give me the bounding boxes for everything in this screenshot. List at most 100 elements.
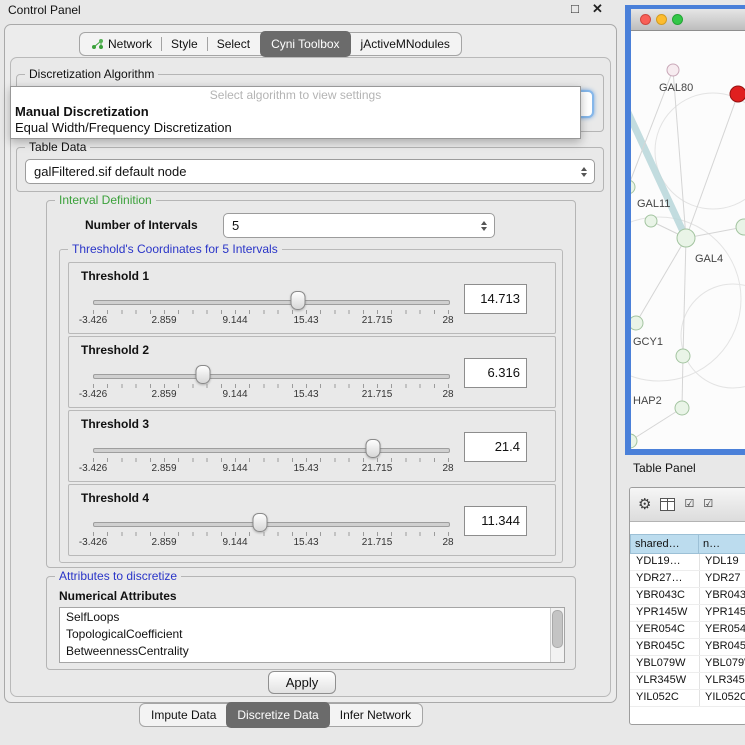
cell[interactable]: YLR345W: [699, 673, 745, 689]
table-row[interactable]: YDL19…YDL19: [630, 554, 745, 571]
table-data-combobox[interactable]: galFiltered.sif default node: [25, 159, 595, 184]
table-row[interactable]: YIL052CYIL052C: [630, 690, 745, 707]
group-title: Table Data: [25, 140, 90, 154]
cell[interactable]: YBL079W: [630, 656, 699, 672]
network-node[interactable]: [631, 434, 637, 448]
slider-track[interactable]: [93, 522, 450, 527]
table-row[interactable]: YLR345WYLR345W: [630, 673, 745, 690]
column-header-shared-name[interactable]: shared…: [630, 534, 699, 554]
slider-ticks: [93, 384, 449, 388]
cell[interactable]: YDL19: [699, 554, 745, 570]
tab-impute-data[interactable]: Impute Data: [142, 705, 225, 725]
table-row[interactable]: YDR27…YDR27: [630, 571, 745, 588]
cell[interactable]: YPR145W: [630, 605, 699, 621]
threshold-slider[interactable]: [93, 291, 448, 309]
close-icon[interactable]: ✕: [592, 1, 603, 17]
tab-infer-network[interactable]: Infer Network: [331, 705, 420, 725]
cell[interactable]: YER054C: [699, 622, 745, 638]
list-item[interactable]: BetweennessCentrality: [60, 642, 564, 659]
threshold-label: Threshold 1: [81, 269, 149, 283]
threshold-value-field[interactable]: 6.316: [464, 358, 527, 388]
table-row[interactable]: YPR145WYPR145W: [630, 605, 745, 622]
cell[interactable]: YLR345W: [630, 673, 699, 689]
tab-discretize-data[interactable]: Discretize Data: [226, 702, 329, 728]
slider-thumb[interactable]: [290, 291, 305, 310]
threshold-slider[interactable]: [93, 439, 448, 457]
minimize-window-icon[interactable]: [656, 14, 667, 25]
cell[interactable]: YBL079W: [699, 656, 745, 672]
cell[interactable]: YDR27…: [630, 571, 699, 587]
cell[interactable]: YDR27: [699, 571, 745, 587]
threshold-value-field[interactable]: 11.344: [464, 506, 527, 536]
threshold-value-field[interactable]: 21.4: [464, 432, 527, 462]
combobox-value: 5: [224, 218, 476, 233]
cell[interactable]: YIL052C: [699, 690, 745, 706]
list-item[interactable]: SelfLoops: [60, 608, 564, 625]
slider-thumb[interactable]: [252, 513, 267, 532]
slider-thumb[interactable]: [366, 439, 381, 458]
attributes-list[interactable]: SelfLoops TopologicalCoefficient Between…: [59, 607, 565, 663]
tab-style[interactable]: Style: [162, 34, 207, 54]
slider-scale: -3.426 2.859 9.144 15.43 21.715 28: [93, 463, 448, 475]
scale-label: 15.43: [293, 537, 318, 548]
columns-icon[interactable]: [660, 498, 675, 511]
network-node[interactable]: [676, 349, 690, 363]
zoom-window-icon[interactable]: [672, 14, 683, 25]
tab-select[interactable]: Select: [208, 34, 259, 54]
table-row[interactable]: YER054CYER054C: [630, 622, 745, 639]
network-node-hap2[interactable]: [675, 401, 689, 415]
scale-label: 2.859: [151, 463, 176, 474]
cell[interactable]: YBR045C: [699, 639, 745, 655]
threshold-label: Threshold 3: [81, 417, 149, 431]
cell[interactable]: YIL052C: [630, 690, 699, 706]
scale-label: 28: [442, 537, 453, 548]
network-node-selected-red[interactable]: [730, 86, 745, 102]
slider-track[interactable]: [93, 374, 450, 379]
tab-jactivemnodules[interactable]: jActiveMNodules: [352, 34, 459, 54]
checkbox-checked-icon[interactable]: ☑: [684, 499, 694, 510]
network-node-gcy1[interactable]: [631, 316, 643, 330]
table-row[interactable]: YBL079WYBL079W: [630, 656, 745, 673]
network-node[interactable]: [631, 180, 635, 194]
network-window-titlebar[interactable]: [631, 9, 745, 31]
table-row[interactable]: YBR045CYBR045C: [630, 639, 745, 656]
scrollbar-thumb[interactable]: [552, 610, 563, 648]
close-window-icon[interactable]: [640, 14, 651, 25]
network-node[interactable]: [645, 215, 657, 227]
tab-cyni-toolbox[interactable]: Cyni Toolbox: [260, 31, 350, 57]
threshold-slider[interactable]: [93, 513, 448, 531]
threshold-panel: Threshold 3 -3.426 2.859 9.144 15.43 21.…: [68, 410, 556, 482]
cell[interactable]: YBR045C: [630, 639, 699, 655]
slider-thumb[interactable]: [196, 365, 211, 384]
stepper-icon[interactable]: [476, 221, 494, 231]
stepper-icon[interactable]: [576, 167, 594, 177]
dropdown-option-manual[interactable]: Manual Discretization: [11, 104, 580, 120]
slider-track[interactable]: [93, 300, 450, 305]
cell[interactable]: YBR043C: [630, 588, 699, 604]
table-data-group: Table Data galFiltered.sif default node: [16, 147, 604, 192]
control-panel-tabs: Network Style Select Cyni Toolbox jActiv…: [79, 32, 462, 56]
cell[interactable]: YDL19…: [630, 554, 699, 570]
threshold-value-field[interactable]: 14.713: [464, 284, 527, 314]
apply-button[interactable]: Apply: [268, 671, 336, 694]
threshold-slider[interactable]: [93, 365, 448, 383]
dropdown-option-equal-width[interactable]: Equal Width/Frequency Discretization: [11, 120, 580, 136]
table-row[interactable]: YBR043CYBR043C: [630, 588, 745, 605]
network-node[interactable]: [736, 219, 745, 235]
number-of-intervals-combobox[interactable]: 5: [223, 213, 495, 238]
cell[interactable]: YPR145W: [699, 605, 745, 621]
gear-icon[interactable]: ⚙: [638, 497, 651, 512]
network-node-gal4[interactable]: [677, 229, 695, 247]
list-scrollbar[interactable]: [550, 608, 564, 662]
checkbox-checked-icon[interactable]: ☑: [703, 499, 713, 510]
list-item[interactable]: TopologicalCoefficient: [60, 625, 564, 642]
table-filter-row: [630, 522, 745, 534]
slider-track[interactable]: [93, 448, 450, 453]
cell[interactable]: YBR043C: [699, 588, 745, 604]
float-window-icon[interactable]: □: [571, 1, 579, 16]
network-canvas[interactable]: GAL80 GAL11 GAL4 GCY1 HAP2: [631, 31, 745, 449]
cell[interactable]: YER054C: [630, 622, 699, 638]
column-header-name[interactable]: n…: [699, 534, 745, 554]
network-node[interactable]: [667, 64, 679, 76]
tab-network[interactable]: Network: [82, 34, 161, 54]
